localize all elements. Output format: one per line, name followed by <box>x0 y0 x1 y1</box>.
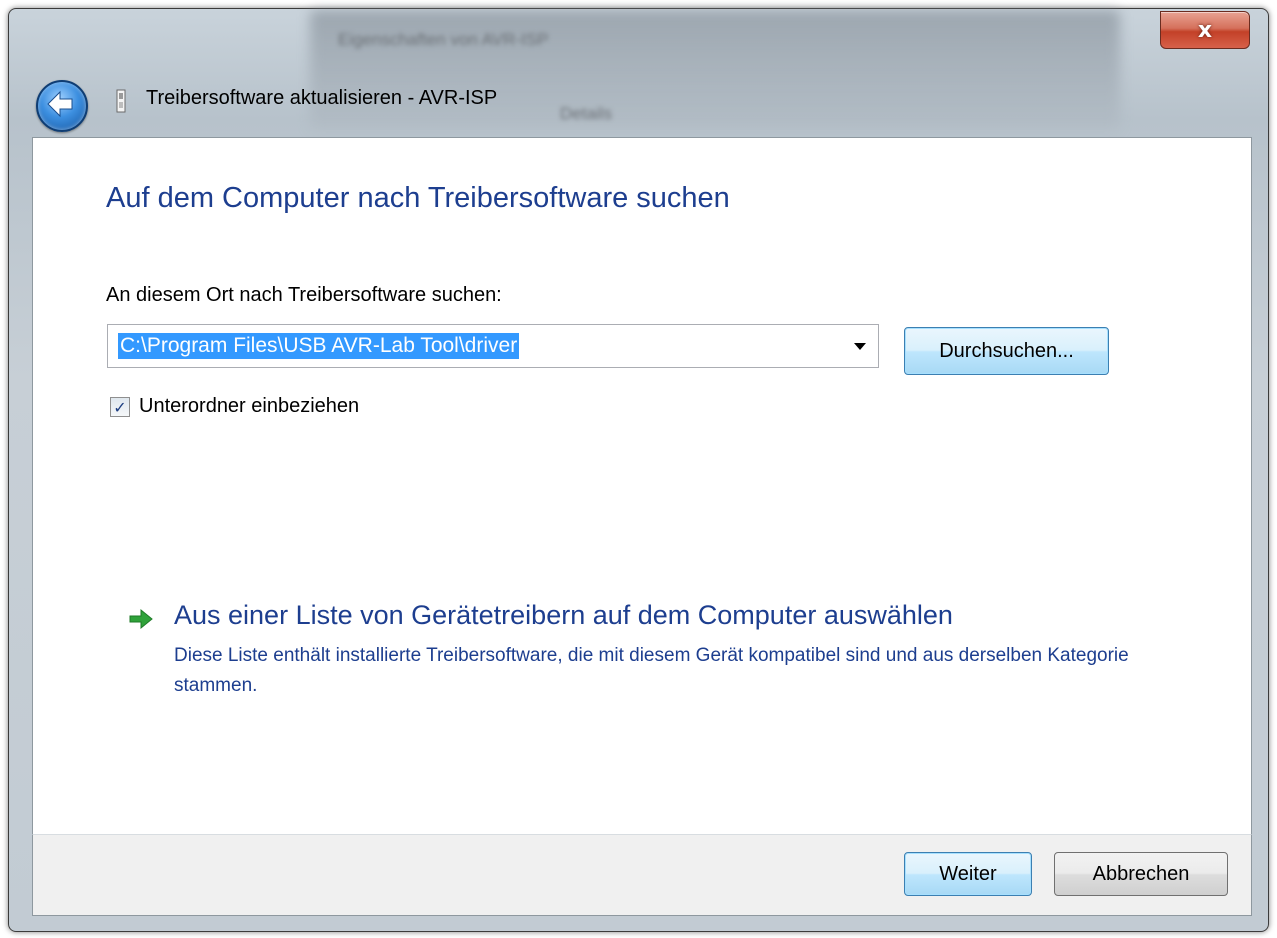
cancel-button-label: Abbrechen <box>1092 862 1190 885</box>
green-arrow-icon[interactable] <box>128 608 154 630</box>
dropdown-arrow-icon[interactable] <box>854 343 866 350</box>
checkmark-icon: ✓ <box>113 397 127 417</box>
browse-button-label: Durchsuchen... <box>939 339 1074 362</box>
include-subfolders-label[interactable]: Unterordner einbeziehen <box>139 395 359 418</box>
page-heading: Auf dem Computer nach Treibersoftware su… <box>106 182 730 214</box>
back-arrow-icon <box>47 90 73 118</box>
browse-button[interactable]: Durchsuchen... <box>904 327 1109 375</box>
location-label: An diesem Ort nach Treibersoftware suche… <box>106 284 502 306</box>
include-subfolders-checkbox[interactable]: ✓ <box>110 397 130 417</box>
choose-from-list-link[interactable]: Aus einer Liste von Gerätetreibern auf d… <box>174 600 953 631</box>
content-pane <box>32 137 1252 836</box>
background-window-title: Eigenschaften von AVR-ISP <box>338 30 549 49</box>
close-button[interactable]: x <box>1160 11 1250 49</box>
path-combobox[interactable]: C:\Program Files\USB AVR-Lab Tool\driver <box>107 324 879 368</box>
path-input-value[interactable]: C:\Program Files\USB AVR-Lab Tool\driver <box>118 333 520 359</box>
background-window <box>310 10 1120 130</box>
background-window-tab: Details <box>560 104 612 123</box>
usb-device-icon <box>116 89 126 113</box>
choose-from-list-description[interactable]: Diese Liste enthält installierte Treiber… <box>174 641 1134 701</box>
next-button-label: Weiter <box>939 862 997 885</box>
next-button[interactable]: Weiter <box>904 852 1032 896</box>
window-title: Treibersoftware aktualisieren - AVR-ISP <box>146 87 498 109</box>
cancel-button[interactable]: Abbrechen <box>1054 852 1228 896</box>
back-button[interactable] <box>36 80 88 132</box>
close-icon: x <box>1197 17 1213 43</box>
